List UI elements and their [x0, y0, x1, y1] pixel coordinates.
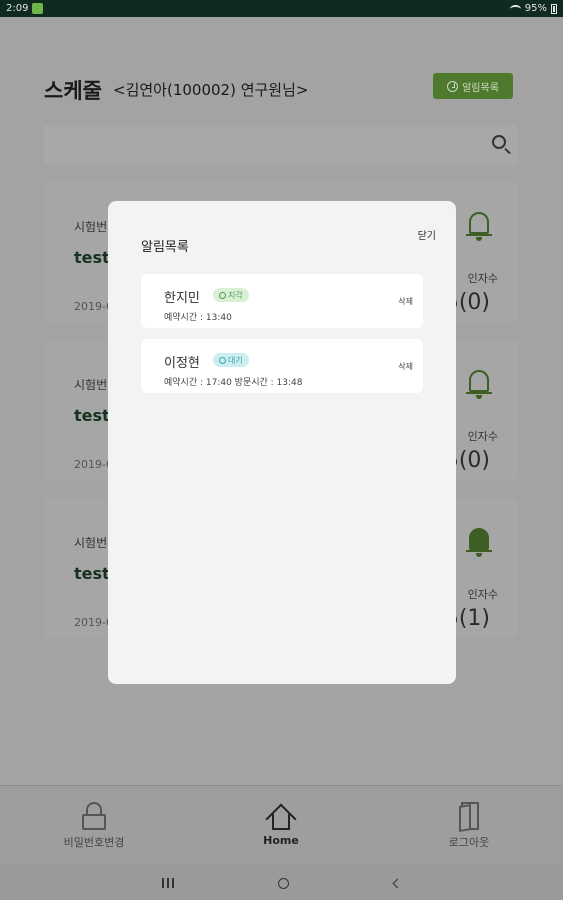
back-icon[interactable] [392, 878, 403, 888]
modal-title: 알림목록 [141, 240, 189, 255]
search-input[interactable] [44, 125, 518, 165]
bell-icon[interactable] [466, 368, 492, 400]
card-count-label: 인자수 [467, 430, 498, 443]
clock-icon [219, 356, 226, 364]
search-icon[interactable] [492, 135, 506, 149]
modal-close-button[interactable]: 닫기 [418, 227, 436, 242]
status-badge: 대기 [213, 353, 249, 367]
alarm-list-button[interactable]: 알림목록 [433, 73, 513, 99]
alarm-list-button-label: 알림목록 [462, 82, 499, 94]
status-bar: 2:09 95% [0, 0, 563, 17]
delete-button[interactable]: 삭제 [398, 296, 413, 307]
alarm-person: 이정현 [164, 356, 200, 371]
alarm-times: 예약시간 : 17:40 방문시간 : 13:48 [164, 378, 303, 388]
wifi-icon [509, 4, 521, 13]
status-badge-label: 대기 [228, 355, 243, 365]
system-nav-bar [0, 866, 563, 900]
clock-icon [219, 291, 226, 299]
card-count-label: 인자수 [467, 588, 498, 601]
nav-password-label: 비밀번호변경 [63, 836, 125, 849]
home-icon [265, 802, 297, 835]
bell-icon[interactable] [466, 210, 492, 242]
app-notification-icon [32, 3, 44, 14]
alarm-list-modal: 알림목록 닫기 한지민 지각 예약시간 : 13:40 삭제 이정현 대기 예약… [108, 201, 456, 684]
bell-filled-icon[interactable] [466, 526, 492, 558]
alarm-item[interactable]: 이정현 대기 예약시간 : 17:40 방문시간 : 13:48 삭제 [141, 339, 423, 393]
page-title: 스케줄 [44, 79, 102, 103]
nav-password-change[interactable]: 비밀번호변경 [34, 802, 154, 850]
alarm-times: 예약시간 : 13:40 [164, 313, 232, 323]
delete-button[interactable]: 삭제 [398, 361, 413, 372]
page-subtitle: <김연아(100002) 연구원님> [113, 81, 309, 99]
nav-home[interactable]: Home [221, 802, 341, 847]
card-label: 시험번 [74, 220, 108, 234]
card-label: 시험번 [74, 378, 108, 392]
logout-icon [455, 802, 483, 833]
status-time: 2:09 [6, 3, 29, 14]
lock-icon [80, 802, 108, 830]
recent-apps-icon[interactable] [162, 878, 175, 888]
alarm-item[interactable]: 한지민 지각 예약시간 : 13:40 삭제 [141, 274, 423, 328]
nav-logout[interactable]: 로그아웃 [409, 802, 529, 850]
system-home-icon[interactable] [278, 877, 290, 889]
battery-percent: 95% [524, 3, 547, 14]
nav-logout-label: 로그아웃 [448, 836, 490, 849]
status-badge-label: 지각 [228, 290, 243, 300]
status-badge: 지각 [213, 288, 249, 302]
nav-home-label: Home [263, 834, 299, 847]
card-label: 시험번 [74, 536, 108, 550]
bottom-nav: 비밀번호변경 Home 로그아웃 [0, 785, 563, 865]
alarm-person: 한지민 [164, 291, 200, 306]
clock-icon [447, 80, 459, 92]
battery-icon [551, 3, 557, 14]
card-count-label: 인자수 [467, 272, 498, 285]
